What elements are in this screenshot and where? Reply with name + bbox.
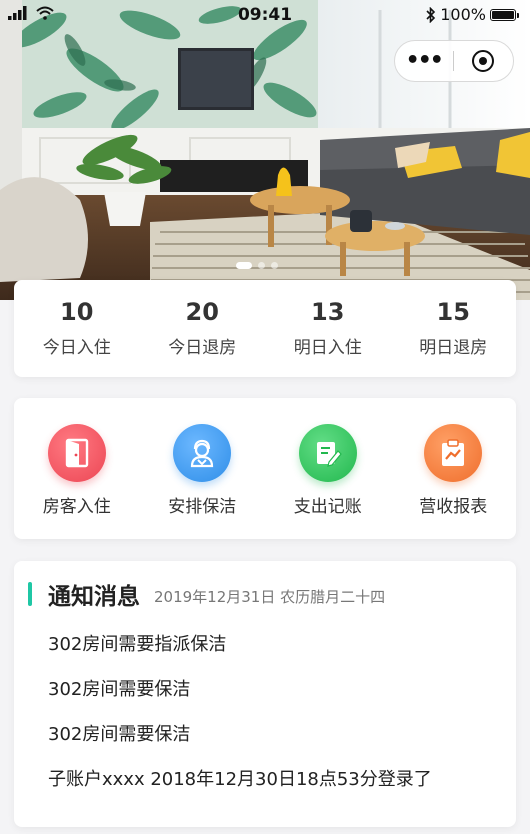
action-label: 安排保洁 xyxy=(168,497,237,517)
cleaner-icon xyxy=(173,424,232,482)
note-edit-icon xyxy=(298,424,357,482)
stat-tomorrow-checkout[interactable]: 15 明日退房 xyxy=(391,280,517,377)
arrange-cleaning-button[interactable]: 安排保洁 xyxy=(140,398,266,539)
notice-accent-bar xyxy=(28,582,32,606)
more-menu-icon[interactable]: ••• xyxy=(395,40,453,82)
notice-item[interactable]: 子账户xxxx 2018年12月30日18点53分登录了 xyxy=(48,768,432,813)
action-label: 营收报表 xyxy=(419,497,488,517)
bluetooth-icon xyxy=(426,6,436,23)
stat-value: 13 xyxy=(311,298,345,326)
stat-label: 明日入住 xyxy=(293,338,362,358)
miniprogram-capsule: ••• xyxy=(394,40,514,82)
notice-title: 通知消息 xyxy=(48,584,140,610)
battery-icon xyxy=(490,8,519,21)
stats-card: 10 今日入住 20 今日退房 13 明日入住 15 明日退房 xyxy=(14,280,516,377)
notice-date: 2019年12月31日 农历腊月二十四 xyxy=(154,587,386,606)
action-label: 支出记账 xyxy=(293,497,362,517)
carousel-dot[interactable] xyxy=(271,262,278,269)
stat-label: 明日退房 xyxy=(419,338,488,358)
stat-today-checkout[interactable]: 20 今日退房 xyxy=(140,280,266,377)
report-icon xyxy=(424,424,483,482)
battery-percent: 100% xyxy=(440,5,486,24)
notice-card: 通知消息 2019年12月31日 农历腊月二十四 302房间需要指派保洁 302… xyxy=(14,561,516,827)
revenue-report-button[interactable]: 营收报表 xyxy=(391,398,517,539)
notice-item[interactable]: 302房间需要保洁 xyxy=(48,678,432,723)
notice-item[interactable]: 302房间需要指派保洁 xyxy=(48,633,432,678)
carousel-dot[interactable] xyxy=(258,262,265,269)
expense-record-button[interactable]: 支出记账 xyxy=(265,398,391,539)
close-miniprogram-icon[interactable] xyxy=(454,50,514,72)
stat-value: 15 xyxy=(436,298,470,326)
guest-checkin-button[interactable]: 房客入住 xyxy=(14,398,140,539)
quick-actions-card: 房客入住 安排保洁 支出记账 营收报表 xyxy=(14,398,516,539)
stat-label: 今日退房 xyxy=(168,338,237,358)
stat-tomorrow-checkin[interactable]: 13 明日入住 xyxy=(265,280,391,377)
action-label: 房客入住 xyxy=(42,497,111,517)
door-icon xyxy=(47,424,106,482)
status-bar: 09:41 100% xyxy=(0,0,530,30)
stat-value: 20 xyxy=(185,298,219,326)
hero-banner[interactable]: 09:41 100% ••• xyxy=(0,0,530,300)
notice-item[interactable]: 302房间需要保洁 xyxy=(48,723,432,768)
notice-header: 通知消息 2019年12月31日 农历腊月二十四 xyxy=(14,579,386,610)
carousel-dot-active[interactable] xyxy=(236,262,252,269)
stat-label: 今日入住 xyxy=(42,338,111,358)
notice-list: 302房间需要指派保洁 302房间需要保洁 302房间需要保洁 子账户xxxx … xyxy=(48,633,432,813)
status-right: 100% xyxy=(426,5,519,24)
carousel-indicator xyxy=(236,262,278,269)
stat-today-checkin[interactable]: 10 今日入住 xyxy=(14,280,140,377)
stat-value: 10 xyxy=(60,298,94,326)
